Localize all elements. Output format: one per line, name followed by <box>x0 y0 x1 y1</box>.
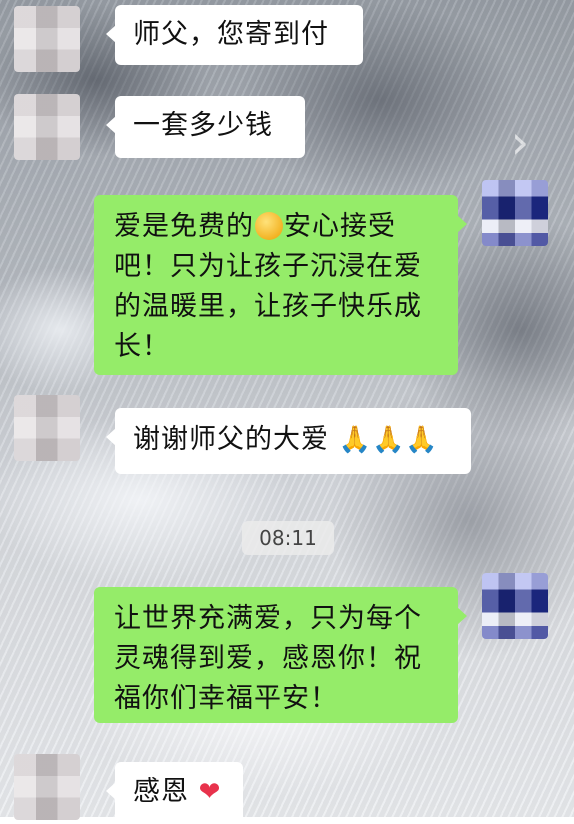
smiling-face-icon <box>255 212 283 240</box>
message-bubble-incoming[interactable]: 师父，您寄到付 <box>106 5 363 65</box>
avatar[interactable] <box>14 94 80 160</box>
red-heart-icon: ❤ <box>198 777 222 807</box>
folded-hands-icon: 🙏🙏🙏 <box>338 425 439 455</box>
message-timestamp: 08:11 <box>242 521 334 555</box>
message-bubble-incoming[interactable]: 谢谢师父的大爱 🙏🙏🙏 <box>106 408 471 474</box>
message-text: 一套多少钱 <box>133 110 273 141</box>
message-text: 爱是免费的 <box>114 211 254 242</box>
avatar-self[interactable] <box>482 180 548 246</box>
message-text: 谢谢师父的大爱 <box>133 424 329 455</box>
message-text: 师父，您寄到付 <box>133 19 329 50</box>
message-text: 让世界充满爱，只为每个灵魂得到爱，感恩你！祝福你们幸福平安！ <box>114 603 422 714</box>
avatar-self[interactable] <box>482 573 548 639</box>
avatar[interactable] <box>14 6 80 72</box>
chevron-right-icon: › <box>510 115 530 169</box>
avatar[interactable] <box>14 754 80 820</box>
message-bubble-outgoing[interactable]: 爱是免费的 安心接受吧！只为让孩子沉浸在爱的温暖里，让孩子快乐成长！ <box>94 195 467 375</box>
message-bubble-incoming[interactable]: 一套多少钱 <box>106 96 305 158</box>
avatar[interactable] <box>14 395 80 461</box>
message-text: 感恩 <box>133 776 189 807</box>
message-bubble-outgoing[interactable]: 让世界充满爱，只为每个灵魂得到爱，感恩你！祝福你们幸福平安！ <box>94 587 467 723</box>
message-bubble-incoming[interactable]: 感恩 ❤ <box>106 762 243 824</box>
